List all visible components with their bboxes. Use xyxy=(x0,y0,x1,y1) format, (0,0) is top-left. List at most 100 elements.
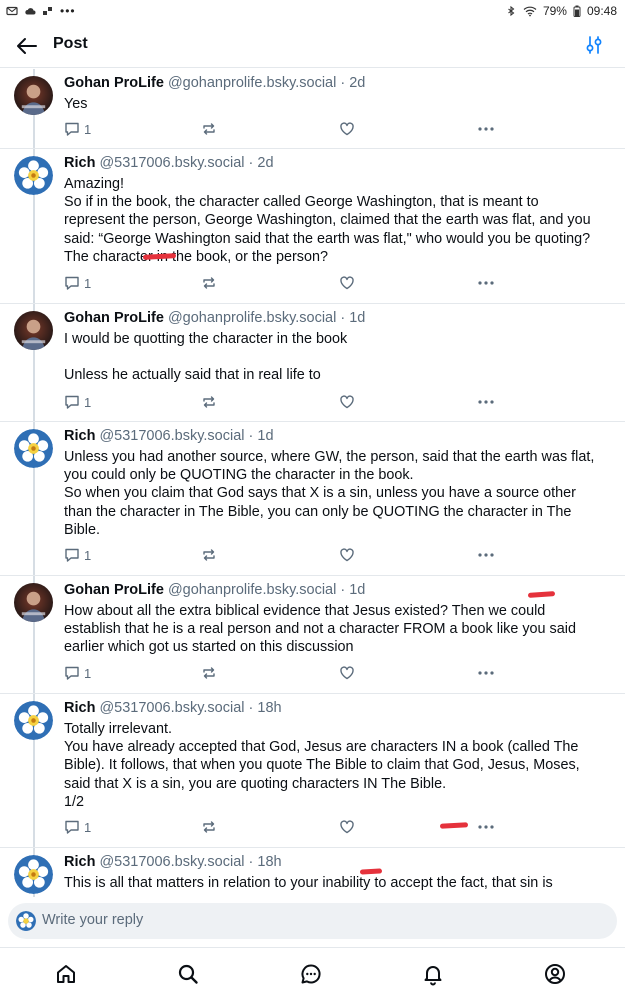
author-name[interactable]: Rich xyxy=(64,155,95,171)
post[interactable]: Rich @5317006.bsky.social · 18h Totally … xyxy=(0,694,625,875)
post-actions: 1 xyxy=(64,818,504,836)
post-line: said that X is a sin, you are quoting ch… xyxy=(64,775,447,792)
home-icon[interactable] xyxy=(54,962,78,986)
post-line: How about all the extra biblical evidenc… xyxy=(64,603,546,619)
post[interactable]: Gohan ProLife @gohanprolife.bsky.social … xyxy=(0,304,625,422)
like-button[interactable] xyxy=(339,393,355,411)
post[interactable]: Gohan ProLife @gohanprolife.bsky.social … xyxy=(0,576,625,694)
reply-count: 1 xyxy=(84,394,92,410)
more-dots-icon xyxy=(478,281,494,285)
repost-icon xyxy=(203,123,215,135)
post-time[interactable]: · 1d xyxy=(249,428,274,444)
author-handle[interactable]: @5317006.bsky.social xyxy=(99,854,244,870)
repost-button[interactable] xyxy=(201,274,217,292)
author-handle[interactable]: @gohanprolife.bsky.social xyxy=(168,582,336,598)
post-text: Amazing! So if in the book, the characte… xyxy=(64,175,609,266)
more-dots-icon xyxy=(478,825,494,829)
like-button[interactable] xyxy=(339,818,355,836)
reply-composer[interactable]: Write your reply xyxy=(8,903,617,939)
post-line: Amazing! xyxy=(64,176,124,192)
more-options-button[interactable] xyxy=(477,393,495,411)
post-time[interactable]: · 18h xyxy=(249,854,282,870)
more-options-button[interactable] xyxy=(477,546,495,564)
chat-icon[interactable] xyxy=(299,962,323,986)
post[interactable]: Rich @5317006.bsky.social · 18h This is … xyxy=(0,848,625,897)
gohan-avatar[interactable] xyxy=(14,311,53,350)
rose-avatar[interactable] xyxy=(14,701,53,740)
reply-button[interactable]: 1 xyxy=(64,274,91,292)
author-name[interactable]: Rich xyxy=(64,700,95,716)
post-actions: 1 xyxy=(64,664,504,682)
author-name[interactable]: Rich xyxy=(64,854,95,870)
reply-button[interactable]: 1 xyxy=(64,120,91,138)
reply-button[interactable]: 1 xyxy=(64,393,91,411)
author-handle[interactable]: @5317006.bsky.social xyxy=(99,700,244,716)
post-header: Gohan ProLife @gohanprolife.bsky.social … xyxy=(64,310,365,326)
like-button[interactable] xyxy=(339,274,355,292)
post[interactable]: Rich @5317006.bsky.social · 2d Amazing! … xyxy=(0,149,625,304)
author-handle[interactable]: @gohanprolife.bsky.social xyxy=(168,75,336,91)
more-options-button[interactable] xyxy=(477,274,495,292)
post-header: Rich @5317006.bsky.social · 1d xyxy=(64,428,274,444)
more-options-button[interactable] xyxy=(477,818,495,836)
more-options-button[interactable] xyxy=(477,664,495,682)
reply-placeholder[interactable]: Write your reply xyxy=(42,912,143,928)
post-time[interactable]: · 2d xyxy=(340,75,365,91)
reply-button[interactable]: 1 xyxy=(64,546,91,564)
repost-button[interactable] xyxy=(201,664,217,682)
reply-icon xyxy=(65,276,79,290)
rose-avatar[interactable] xyxy=(14,429,53,468)
author-name[interactable]: Rich xyxy=(64,428,95,444)
repost-button[interactable] xyxy=(201,546,217,564)
rose-avatar[interactable] xyxy=(14,156,53,195)
post-time[interactable]: · 18h xyxy=(249,700,282,716)
author-name[interactable]: Gohan ProLife xyxy=(64,582,164,598)
like-button[interactable] xyxy=(339,546,355,564)
more-options-button[interactable] xyxy=(477,120,495,138)
post-actions: 1 xyxy=(64,274,504,292)
post-time[interactable]: · 2d xyxy=(249,155,274,171)
post-text: Totally irrelevant. You have already acc… xyxy=(64,720,609,811)
post-text: I would be quotting the character in the… xyxy=(64,330,609,384)
repost-icon xyxy=(203,821,215,833)
thread: Gohan ProLife @gohanprolife.bsky.social … xyxy=(0,69,625,897)
search-icon[interactable] xyxy=(176,962,200,986)
post-line: You have already accepted that God, Jesu… xyxy=(64,739,579,756)
rose-avatar xyxy=(16,911,36,931)
gohan-avatar[interactable] xyxy=(14,76,53,115)
profile-icon[interactable] xyxy=(543,962,567,986)
thread-settings-icon[interactable] xyxy=(583,34,605,56)
reply-count: 1 xyxy=(84,121,92,137)
post[interactable]: Rich @5317006.bsky.social · 1d Unless yo… xyxy=(0,422,625,598)
reply-icon xyxy=(65,820,79,834)
post-text: Unless you had another source, where GW,… xyxy=(64,448,609,539)
post-line: Yes xyxy=(64,96,88,112)
mail-icon xyxy=(6,6,18,16)
post-actions: 1 xyxy=(64,546,504,564)
gohan-avatar[interactable] xyxy=(14,583,53,622)
post-line: earlier which got us started on this dis… xyxy=(64,639,354,656)
reply-button[interactable]: 1 xyxy=(64,818,91,836)
author-handle[interactable]: @gohanprolife.bsky.social xyxy=(168,310,336,326)
repost-button[interactable] xyxy=(201,393,217,411)
back-arrow-icon[interactable] xyxy=(14,34,40,58)
like-button[interactable] xyxy=(339,664,355,682)
like-button[interactable] xyxy=(339,120,355,138)
repost-button[interactable] xyxy=(201,818,217,836)
post-time[interactable]: · 1d xyxy=(340,310,365,326)
reply-button[interactable]: 1 xyxy=(64,664,91,682)
repost-button[interactable] xyxy=(201,120,217,138)
post-text: Yes xyxy=(64,95,609,113)
rose-avatar[interactable] xyxy=(14,855,53,894)
bell-icon[interactable] xyxy=(421,962,445,986)
post-line: 1/2 xyxy=(64,793,85,810)
author-name[interactable]: Gohan ProLife xyxy=(64,75,164,91)
post-time[interactable]: · 1d xyxy=(340,582,365,598)
post[interactable]: Gohan ProLife @gohanprolife.bsky.social … xyxy=(0,69,625,149)
header: Post xyxy=(0,24,625,68)
author-name[interactable]: Gohan ProLife xyxy=(64,310,164,326)
post-line: establish that he is a real person and n… xyxy=(64,621,576,638)
author-handle[interactable]: @5317006.bsky.social xyxy=(99,155,244,171)
author-handle[interactable]: @5317006.bsky.social xyxy=(99,428,244,444)
wifi-icon xyxy=(523,6,537,17)
